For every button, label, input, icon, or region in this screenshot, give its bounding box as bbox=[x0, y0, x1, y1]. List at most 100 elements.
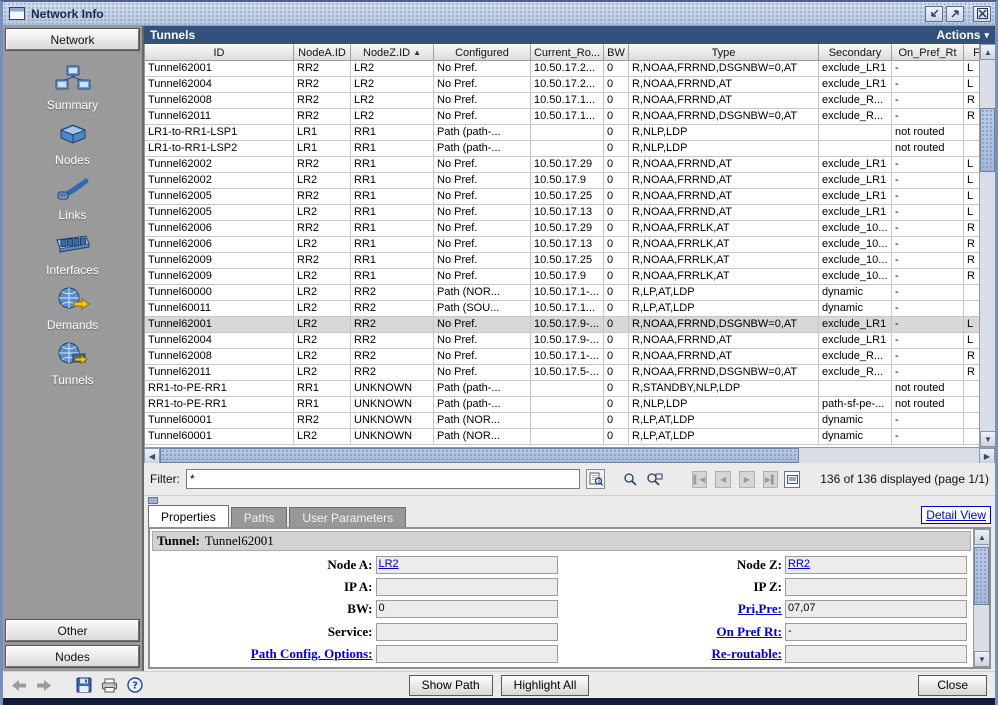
table-cell[interactable]: UNKNOWN bbox=[351, 413, 434, 429]
table-cell[interactable]: RR2 bbox=[351, 349, 434, 365]
table-cell[interactable]: 0 bbox=[604, 269, 629, 285]
table-cell[interactable]: LR2 bbox=[294, 205, 351, 221]
table-cell[interactable]: exclude_LR1 bbox=[819, 77, 892, 93]
column-header-current-ro[interactable]: Current_Ro... bbox=[531, 44, 604, 61]
table-cell[interactable]: exclude_LR1 bbox=[819, 333, 892, 349]
table-cell[interactable]: 10.50.17.1-... bbox=[531, 349, 604, 365]
table-cell[interactable]: Tunnel62011 bbox=[145, 109, 294, 125]
table-cell[interactable]: RR2 bbox=[351, 285, 434, 301]
table-cell[interactable]: Path (NOR... bbox=[434, 285, 531, 301]
table-cell[interactable]: exclude_R... bbox=[819, 109, 892, 125]
table-cell[interactable] bbox=[964, 141, 979, 157]
vscroll-track[interactable] bbox=[980, 60, 995, 431]
table-cell[interactable]: - bbox=[892, 301, 964, 317]
table-cell[interactable]: 0 bbox=[604, 397, 629, 413]
table-row[interactable]: Tunnel62009LR2RR1No Pref.10.50.17.90R,NO… bbox=[145, 269, 979, 285]
table-cell[interactable]: 10.50.17.13 bbox=[531, 205, 604, 221]
table-cell[interactable] bbox=[964, 285, 979, 301]
table-cell[interactable]: R bbox=[964, 109, 979, 125]
props-vscroll-thumb[interactable] bbox=[974, 547, 989, 605]
tab-user-parameters[interactable]: User Parameters bbox=[289, 507, 406, 527]
table-cell[interactable]: Tunnel62004 bbox=[145, 333, 294, 349]
table-cell[interactable]: L bbox=[964, 157, 979, 173]
table-cell[interactable]: RR1-to-PE-RR1 bbox=[145, 397, 294, 413]
table-row[interactable]: Tunnel62006RR2RR1No Pref.10.50.17.290R,N… bbox=[145, 221, 979, 237]
table-cell[interactable]: R bbox=[964, 237, 979, 253]
table-cell[interactable]: exclude_LR1 bbox=[819, 205, 892, 221]
table-cell[interactable] bbox=[964, 397, 979, 413]
table-vertical-scrollbar[interactable]: ▲ ▼ bbox=[979, 44, 995, 447]
table-cell[interactable]: No Pref. bbox=[434, 349, 531, 365]
table-cell[interactable]: RR2 bbox=[294, 61, 351, 77]
table-cell[interactable]: UNKNOWN bbox=[351, 397, 434, 413]
table-cell[interactable]: No Pref. bbox=[434, 365, 531, 381]
table-cell[interactable]: No Pref. bbox=[434, 269, 531, 285]
column-header-bw[interactable]: BW bbox=[604, 44, 629, 61]
table-cell[interactable]: RR1 bbox=[351, 253, 434, 269]
props-vscroll-track[interactable] bbox=[974, 545, 989, 651]
table-cell[interactable]: LR1 bbox=[294, 125, 351, 141]
scroll-up-icon[interactable]: ▲ bbox=[974, 529, 990, 545]
table-cell[interactable]: R,NOAA,FRRND,AT bbox=[629, 349, 819, 365]
table-cell[interactable]: exclude_10... bbox=[819, 269, 892, 285]
table-cell[interactable]: 0 bbox=[604, 429, 629, 445]
table-cell[interactable]: LR1-to-RR1-LSP2 bbox=[145, 141, 294, 157]
table-cell[interactable]: Tunnel62001 bbox=[145, 61, 294, 77]
table-cell[interactable]: - bbox=[892, 109, 964, 125]
table-cell[interactable]: - bbox=[892, 77, 964, 93]
forward-icon[interactable] bbox=[36, 679, 52, 692]
maximize-button[interactable] bbox=[946, 6, 964, 22]
table-cell[interactable]: R bbox=[964, 349, 979, 365]
close-window-button[interactable]: Close bbox=[918, 675, 987, 696]
table-cell[interactable]: R,LP,AT,LDP bbox=[629, 301, 819, 317]
scroll-up-icon[interactable]: ▲ bbox=[980, 44, 996, 60]
table-cell[interactable]: RR1 bbox=[351, 205, 434, 221]
table-cell[interactable]: 10.50.17.1... bbox=[531, 301, 604, 317]
table-cell[interactable]: RR2 bbox=[294, 221, 351, 237]
sidebar-item-tunnels[interactable]: Tunnels bbox=[18, 339, 128, 387]
table-cell[interactable]: exclude_R... bbox=[819, 349, 892, 365]
table-cell[interactable]: - bbox=[892, 365, 964, 381]
table-cell[interactable]: RR1 bbox=[351, 221, 434, 237]
table-cell[interactable]: Tunnel62005 bbox=[145, 189, 294, 205]
table-cell[interactable]: dynamic bbox=[819, 285, 892, 301]
table-cell[interactable]: L bbox=[964, 173, 979, 189]
table-row[interactable]: RR1-to-PE-RR1RR1UNKNOWNPath (path-...0R,… bbox=[145, 381, 979, 397]
minimize-button[interactable] bbox=[925, 6, 943, 22]
table-row[interactable]: Tunnel62009RR2RR1No Pref.10.50.17.250R,N… bbox=[145, 253, 979, 269]
table-cell[interactable]: 10.50.17.25 bbox=[531, 189, 604, 205]
table-cell[interactable]: 0 bbox=[604, 381, 629, 397]
table-cell[interactable] bbox=[964, 429, 979, 445]
table-cell[interactable]: Tunnel62005 bbox=[145, 205, 294, 221]
table-cell[interactable]: LR2 bbox=[294, 349, 351, 365]
scroll-left-icon[interactable]: ◀ bbox=[144, 448, 160, 464]
table-cell[interactable]: L bbox=[964, 317, 979, 333]
table-cell[interactable]: Path (path-... bbox=[434, 141, 531, 157]
table-row[interactable]: Tunnel62005RR2RR1No Pref.10.50.17.250R,N… bbox=[145, 189, 979, 205]
table-cell[interactable]: 10.50.17.9-... bbox=[531, 333, 604, 349]
table-cell[interactable]: 0 bbox=[604, 109, 629, 125]
table-cell[interactable]: 10.50.17.2... bbox=[531, 61, 604, 77]
table-cell[interactable]: 0 bbox=[604, 189, 629, 205]
table-cell[interactable]: 0 bbox=[604, 365, 629, 381]
table-cell[interactable]: Tunnel62009 bbox=[145, 269, 294, 285]
table-cell[interactable]: LR1 bbox=[294, 141, 351, 157]
table-cell[interactable]: RR1 bbox=[351, 173, 434, 189]
re-routable-link[interactable]: Re-routable: bbox=[562, 646, 783, 662]
table-cell[interactable]: 10.50.17.2... bbox=[531, 77, 604, 93]
table-row[interactable]: Tunnel60001LR2UNKNOWNPath (NOR...0R,LP,A… bbox=[145, 429, 979, 445]
table-cell[interactable]: - bbox=[892, 189, 964, 205]
table-cell[interactable]: LR2 bbox=[351, 109, 434, 125]
table-cell[interactable] bbox=[964, 125, 979, 141]
column-header-type[interactable]: Type bbox=[629, 44, 819, 61]
table-cell[interactable]: 0 bbox=[604, 349, 629, 365]
table-cell[interactable]: RR1 bbox=[294, 397, 351, 413]
table-horizontal-scrollbar[interactable]: ◀ ▶ bbox=[144, 447, 995, 463]
table-cell[interactable]: - bbox=[892, 237, 964, 253]
table-cell[interactable] bbox=[531, 397, 604, 413]
table-cell[interactable]: LR2 bbox=[351, 77, 434, 93]
table-row[interactable]: LR1-to-RR1-LSP2LR1RR1Path (path-...0R,NL… bbox=[145, 141, 979, 157]
table-cell[interactable]: Path (path-... bbox=[434, 125, 531, 141]
save-icon[interactable] bbox=[76, 677, 92, 693]
print-icon[interactable] bbox=[101, 678, 118, 693]
